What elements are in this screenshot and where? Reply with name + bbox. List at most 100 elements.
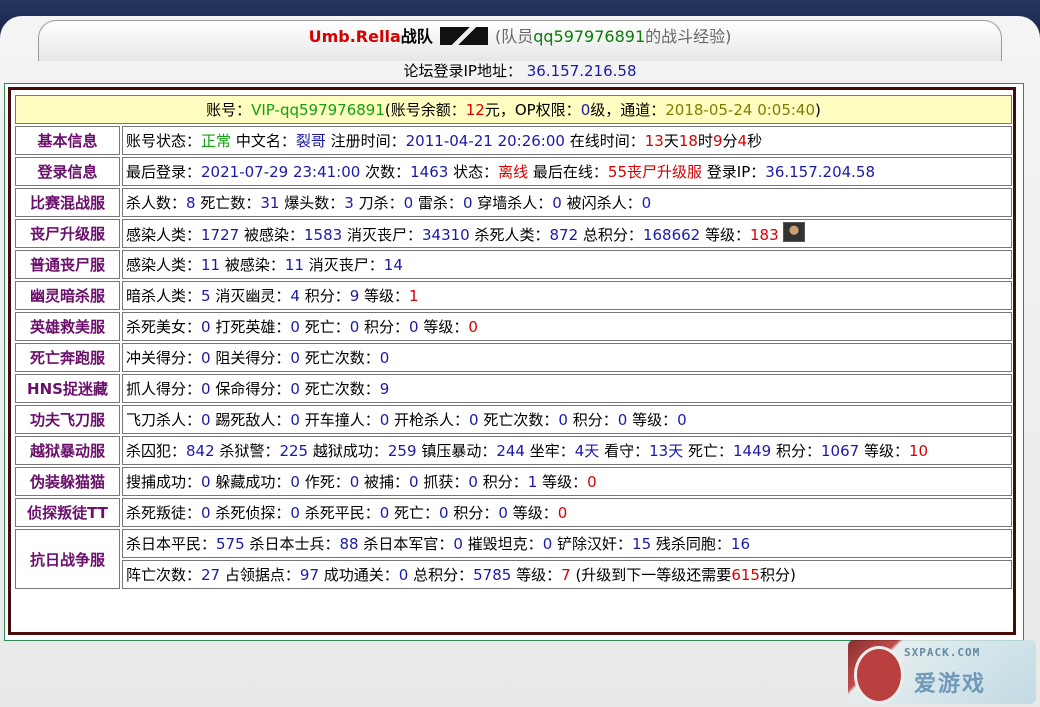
- stat-text: 账号状态：: [126, 132, 202, 150]
- stat-text: 0: [290, 380, 300, 398]
- member-name[interactable]: qq597976891: [533, 27, 645, 46]
- row-label-ghost: 幽灵暗杀服: [15, 281, 120, 310]
- stat-text: 3: [344, 194, 354, 212]
- stat-text: 等级：: [704, 226, 750, 244]
- forum-ip-value: 36.157.216.58: [526, 62, 637, 80]
- stat-text: 0: [587, 473, 597, 491]
- stat-text: 225: [279, 442, 309, 460]
- stat-text: 登录IP：: [706, 163, 766, 181]
- balance-label: (账号余额：: [384, 101, 466, 119]
- stat-text: 0: [349, 318, 360, 336]
- table-row: 幽灵暗杀服 暗杀人类：5 消灭幽灵：4 积分：9 等级：1: [15, 281, 1012, 310]
- table-row: 越狱暴动服 杀囚犯：842 杀狱警：225 越狱成功：259 镇压暴动：244 …: [15, 436, 1012, 465]
- stat-text: 状态：: [453, 163, 499, 181]
- stat-text: 872: [549, 226, 579, 244]
- stat-text: 铲除汉奸：: [557, 535, 633, 553]
- stat-text: 1463: [410, 163, 449, 181]
- balance-unit: 元，OP权限：: [484, 101, 581, 119]
- stat-text: 88: [339, 535, 359, 553]
- stat-text: 0: [498, 504, 508, 522]
- stat-text: 0: [349, 473, 360, 491]
- stat-text: 5: [201, 287, 211, 305]
- row-label-login: 登录信息: [15, 157, 120, 186]
- stat-text: 0: [201, 380, 211, 398]
- stat-text: 中文名：: [235, 132, 296, 150]
- stat-text: 死亡次数：: [483, 411, 559, 429]
- stat-text: 5785: [473, 566, 512, 584]
- stat-text: 成功通关：: [323, 566, 399, 584]
- row-label-zombie-normal: 普通丧尸服: [15, 250, 120, 279]
- stat-text: 9: [712, 132, 723, 150]
- row-label-kungfu: 功夫飞刀服: [15, 405, 120, 434]
- stat-text: 244: [496, 442, 525, 460]
- stat-text: 注册时间：: [330, 132, 406, 150]
- account-row: 账号：VIP-qq597976891(账号余额：12元，OP权限：0级，通道：2…: [15, 95, 1012, 124]
- stat-text: 55丧尸升级服: [607, 163, 703, 181]
- stat-text: 作死：: [304, 473, 350, 491]
- stat-text: 时: [697, 132, 713, 150]
- row-label-hns: HNS捉迷藏: [15, 374, 120, 403]
- stat-text: 开枪杀人：: [394, 411, 470, 429]
- stat-text: 36.157.204.58: [765, 163, 876, 181]
- stat-text: 被捕：: [364, 473, 410, 491]
- stat-text: 抓获：: [423, 473, 469, 491]
- forum-ip-line: 论坛登录IP地址： 36.157.216.58: [0, 60, 1040, 82]
- stat-text: 0: [617, 411, 628, 429]
- stat-text: 27: [201, 566, 221, 584]
- stat-text: 0: [552, 194, 562, 212]
- stat-text: 0: [641, 194, 652, 212]
- stat-text: 死亡：: [304, 318, 350, 336]
- stat-text: 1: [527, 473, 538, 491]
- stat-text: 消灭幽灵：: [215, 287, 291, 305]
- stat-text: 1449: [733, 442, 772, 460]
- stat-text: 18: [678, 132, 698, 150]
- stat-text: 7: [561, 566, 571, 584]
- stat-text: 越狱成功：: [312, 442, 388, 460]
- stat-text: 9: [379, 380, 390, 398]
- stat-text: 0: [379, 504, 390, 522]
- stat-text: 1: [409, 287, 419, 305]
- stat-text: 0: [469, 411, 479, 429]
- stat-text: 0: [677, 411, 687, 429]
- stat-text: 0: [290, 473, 300, 491]
- level-rank-icon: [783, 222, 806, 242]
- row-values-jailbreak: 杀囚犯：842 杀狱警：225 越狱成功：259 镇压暴动：244 坐牢：4天 …: [122, 436, 1012, 465]
- stat-text: 1067: [820, 442, 860, 460]
- row-values-kungfu: 飞刀杀人：0 踢死敌人：0 开车撞人：0 开枪杀人：0 死亡次数：0 积分：0 …: [122, 405, 1012, 434]
- stat-text: 0: [409, 473, 419, 491]
- stat-text: 感染人类：: [126, 256, 202, 274]
- stat-text: 0: [542, 535, 553, 553]
- row-label-zombie-upgrade: 丧尸升级服: [15, 219, 120, 248]
- stat-text: 4天: [574, 442, 600, 460]
- stat-text: 积分：: [572, 411, 618, 429]
- row-values-antijapan-1: 杀日本平民：575 杀日本士兵：88 杀日本军官：0 摧毁坦克：0 铲除汉奸：1…: [122, 529, 1012, 558]
- watermark-url: SXPACK.COM: [904, 646, 981, 659]
- stat-text: 踢死敌人：: [215, 411, 291, 429]
- row-values-hero: 杀死美女：0 打死英雄：0 死亡：0 积分：0 等级：0: [122, 312, 1012, 341]
- stat-text: 残杀同胞：: [655, 535, 731, 553]
- stat-text: 积分：: [304, 287, 350, 305]
- stat-text: 等级：: [542, 473, 588, 491]
- stat-text: 0: [439, 504, 449, 522]
- stat-text: 爆头数：: [284, 194, 345, 212]
- stat-text: 0: [379, 411, 390, 429]
- stat-text: 183: [750, 226, 779, 244]
- stat-text: 0: [557, 504, 568, 522]
- stat-text: 飞刀杀人：: [126, 411, 202, 429]
- online-state: 离线: [498, 163, 529, 181]
- table-row: 抗日战争服 杀日本平民：575 杀日本士兵：88 杀日本军官：0 摧毁坦克：0 …: [15, 529, 1012, 589]
- table-row: 英雄救美服 杀死美女：0 打死英雄：0 死亡：0 积分：0 等级：0: [15, 312, 1012, 341]
- register-time: 2011-04-21 20:26:00: [405, 132, 565, 150]
- stat-text: 抓人得分：: [126, 380, 202, 398]
- stat-text: 杀狱警：: [219, 442, 280, 460]
- row-label-deathrun: 死亡奔跑服: [15, 343, 120, 372]
- row-label-basic: 基本信息: [15, 126, 120, 155]
- stat-text: 次数：: [365, 163, 411, 181]
- stat-text: 积分：: [482, 473, 528, 491]
- stat-text: 等级：: [512, 504, 558, 522]
- team-name[interactable]: Umb.Rella: [309, 27, 401, 46]
- table-row: 伪装躲猫猫 搜捕成功：0 躲藏成功：0 作死：0 被捕：0 抓获：0 积分：1 …: [15, 467, 1012, 496]
- stat-text: 11: [284, 256, 304, 274]
- stat-text: 4: [737, 132, 748, 150]
- op-unit: 级，通道：: [590, 101, 666, 119]
